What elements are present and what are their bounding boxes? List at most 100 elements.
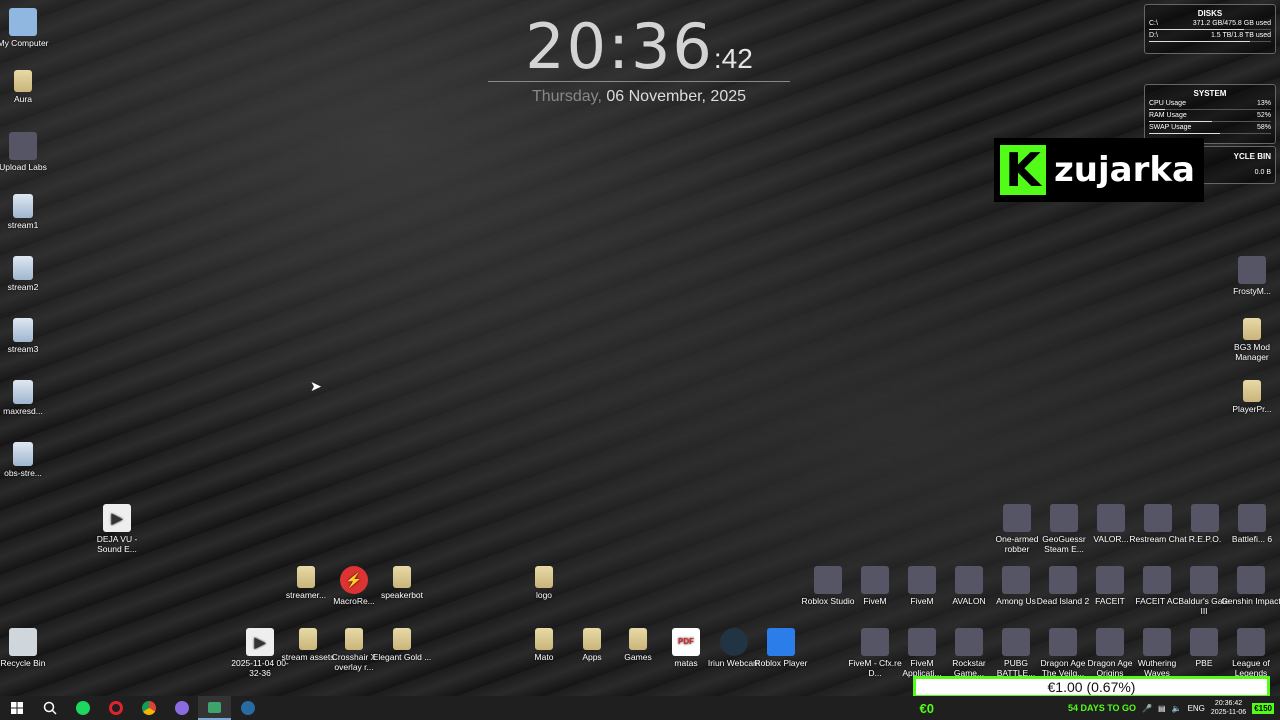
chrome-taskbar-button[interactable]	[132, 696, 165, 720]
clock-seconds: :42	[713, 43, 753, 74]
cpu-bar	[1149, 109, 1271, 110]
kick-logo-icon: K	[1000, 143, 1046, 197]
folder-icon	[14, 70, 32, 92]
app-icon	[9, 132, 37, 160]
file-icon	[13, 256, 33, 280]
desktop-icon-label: logo	[535, 590, 553, 600]
app-taskbar-button[interactable]	[165, 696, 198, 720]
microphone-icon[interactable]: 🎤	[1142, 704, 1152, 713]
game-icon	[1190, 566, 1218, 594]
game-icon	[1143, 628, 1171, 656]
game-icon	[814, 566, 842, 594]
desktop-icon[interactable]: Aura	[0, 70, 53, 104]
opera-icon	[108, 701, 123, 715]
game-icon	[1002, 628, 1030, 656]
opera-taskbar-button[interactable]	[99, 696, 132, 720]
file-icon	[13, 380, 33, 404]
system-widget: SYSTEM CPU Usage 13% RAM Usage 52% SWAP Us…	[1144, 84, 1276, 144]
swap-row: SWAP Usage 58%	[1149, 124, 1271, 131]
computer-icon	[9, 8, 37, 36]
desktop-icon[interactable]: Roblox Player	[751, 628, 811, 668]
spotify-taskbar-button[interactable]	[66, 696, 99, 720]
desktop-icon[interactable]: League of Legends	[1221, 628, 1280, 678]
clock-hours-minutes: 20:36	[525, 10, 714, 83]
folder-icon	[299, 628, 317, 650]
game-icon	[908, 566, 936, 594]
swap-bar	[1149, 133, 1271, 134]
euro-right-counter: €150	[1252, 702, 1274, 714]
language-indicator[interactable]: ENG	[1188, 704, 1205, 713]
tray-clock[interactable]: 20:36:42 2025-11-06	[1211, 699, 1246, 717]
folder-icon	[297, 566, 315, 588]
desktop-icon-label: maxresd...	[3, 406, 43, 416]
disk-row: C:\ 371.2 GB/475.8 GB used	[1149, 20, 1271, 27]
desktop-icon[interactable]: ▶ DEJA VU - Sound E...	[87, 504, 147, 554]
obs-taskbar-button[interactable]	[198, 696, 231, 720]
clock-date: Thursday, 06 November, 2025	[531, 88, 747, 105]
game-icon	[1191, 504, 1219, 532]
desktop-icon[interactable]: stream1	[0, 194, 53, 230]
desktop-icon[interactable]: Upload Labs	[0, 132, 53, 172]
euro-left-counter: €0	[919, 700, 934, 716]
desktop-icon-label: speakerbot	[380, 590, 424, 600]
steam-taskbar-button[interactable]	[231, 696, 264, 720]
search-button[interactable]	[33, 696, 66, 720]
game-icon	[1097, 504, 1125, 532]
game-icon	[1143, 566, 1171, 594]
desktop-icon-label: Roblox Player	[754, 658, 808, 668]
network-icon[interactable]: ▤	[1158, 704, 1166, 713]
app-icon	[174, 701, 189, 715]
desktop-icon[interactable]: My Computer	[0, 8, 53, 48]
game-icon	[908, 628, 936, 656]
start-button[interactable]	[0, 696, 33, 720]
desktop-icon[interactable]: FrostyM...	[1222, 256, 1280, 296]
steam-icon	[240, 701, 255, 715]
desktop-icon[interactable]: Battlefi... 6	[1222, 504, 1280, 544]
folder-icon	[393, 566, 411, 588]
system-tray[interactable]: €0 54 DAYS TO GO 🎤 ▤ 🔈 ENG 20:36:42 2025-…	[920, 696, 1280, 720]
game-icon	[1049, 628, 1077, 656]
folder-icon	[1243, 318, 1261, 340]
desktop-icon[interactable]: logo	[514, 566, 574, 600]
desktop-icon-label: Aura	[14, 94, 32, 104]
donation-goal-bar: €1.00 (0.67%)	[913, 676, 1270, 698]
game-icon	[955, 628, 983, 656]
desktop-icon-label: My Computer	[0, 38, 49, 48]
game-icon	[1002, 566, 1030, 594]
desktop-icon[interactable]: speakerbot	[372, 566, 432, 600]
desktop-clock: 20:36:42 Thursday, 06 November, 2025	[488, 10, 790, 106]
game-icon	[1096, 566, 1124, 594]
desktop-icon-label: stream3	[7, 344, 39, 354]
media-icon: ▶	[103, 504, 131, 532]
desktop-icon-label: stream2	[7, 282, 39, 292]
desktop-icon[interactable]: Genshin Impact	[1221, 566, 1280, 606]
game-icon	[1050, 504, 1078, 532]
desktop-icon[interactable]: Elegant Gold ...	[372, 628, 432, 662]
folder-icon	[393, 628, 411, 650]
game-icon	[1190, 628, 1218, 656]
desktop-icon[interactable]: maxresd...	[0, 380, 53, 416]
recycle-bin-icon	[9, 628, 37, 656]
desktop-icon[interactable]: obs-stre...	[0, 442, 53, 478]
days-to-go: 54 DAYS TO GO	[1068, 703, 1137, 713]
desktop-icon[interactable]: PlayerPr...	[1222, 380, 1280, 414]
folder-icon	[629, 628, 647, 650]
webcam-icon	[720, 628, 748, 656]
game-icon	[1237, 628, 1265, 656]
ram-row: RAM Usage 52%	[1149, 112, 1271, 119]
desktop-icon[interactable]: Recycle Bin	[0, 628, 53, 668]
folder-icon	[535, 566, 553, 588]
game-icon	[1003, 504, 1031, 532]
volume-icon[interactable]: 🔈	[1172, 704, 1182, 713]
search-icon	[43, 701, 57, 715]
disk-bar	[1149, 41, 1271, 42]
disk-row: D:\ 1.5 TB/1.8 TB used	[1149, 32, 1271, 39]
window-icon	[208, 701, 221, 713]
macro-icon: ⚡	[340, 566, 368, 594]
desktop-icon-label: DEJA VU - Sound E...	[96, 534, 138, 554]
desktop-icon[interactable]: BG3 Mod Manager	[1222, 318, 1280, 362]
kick-channel-overlay: K zujarka	[994, 138, 1204, 202]
desktop-icon-label: Genshin Impact	[1221, 596, 1280, 606]
desktop-icon[interactable]: stream2	[0, 256, 53, 292]
desktop-icon[interactable]: stream3	[0, 318, 53, 354]
